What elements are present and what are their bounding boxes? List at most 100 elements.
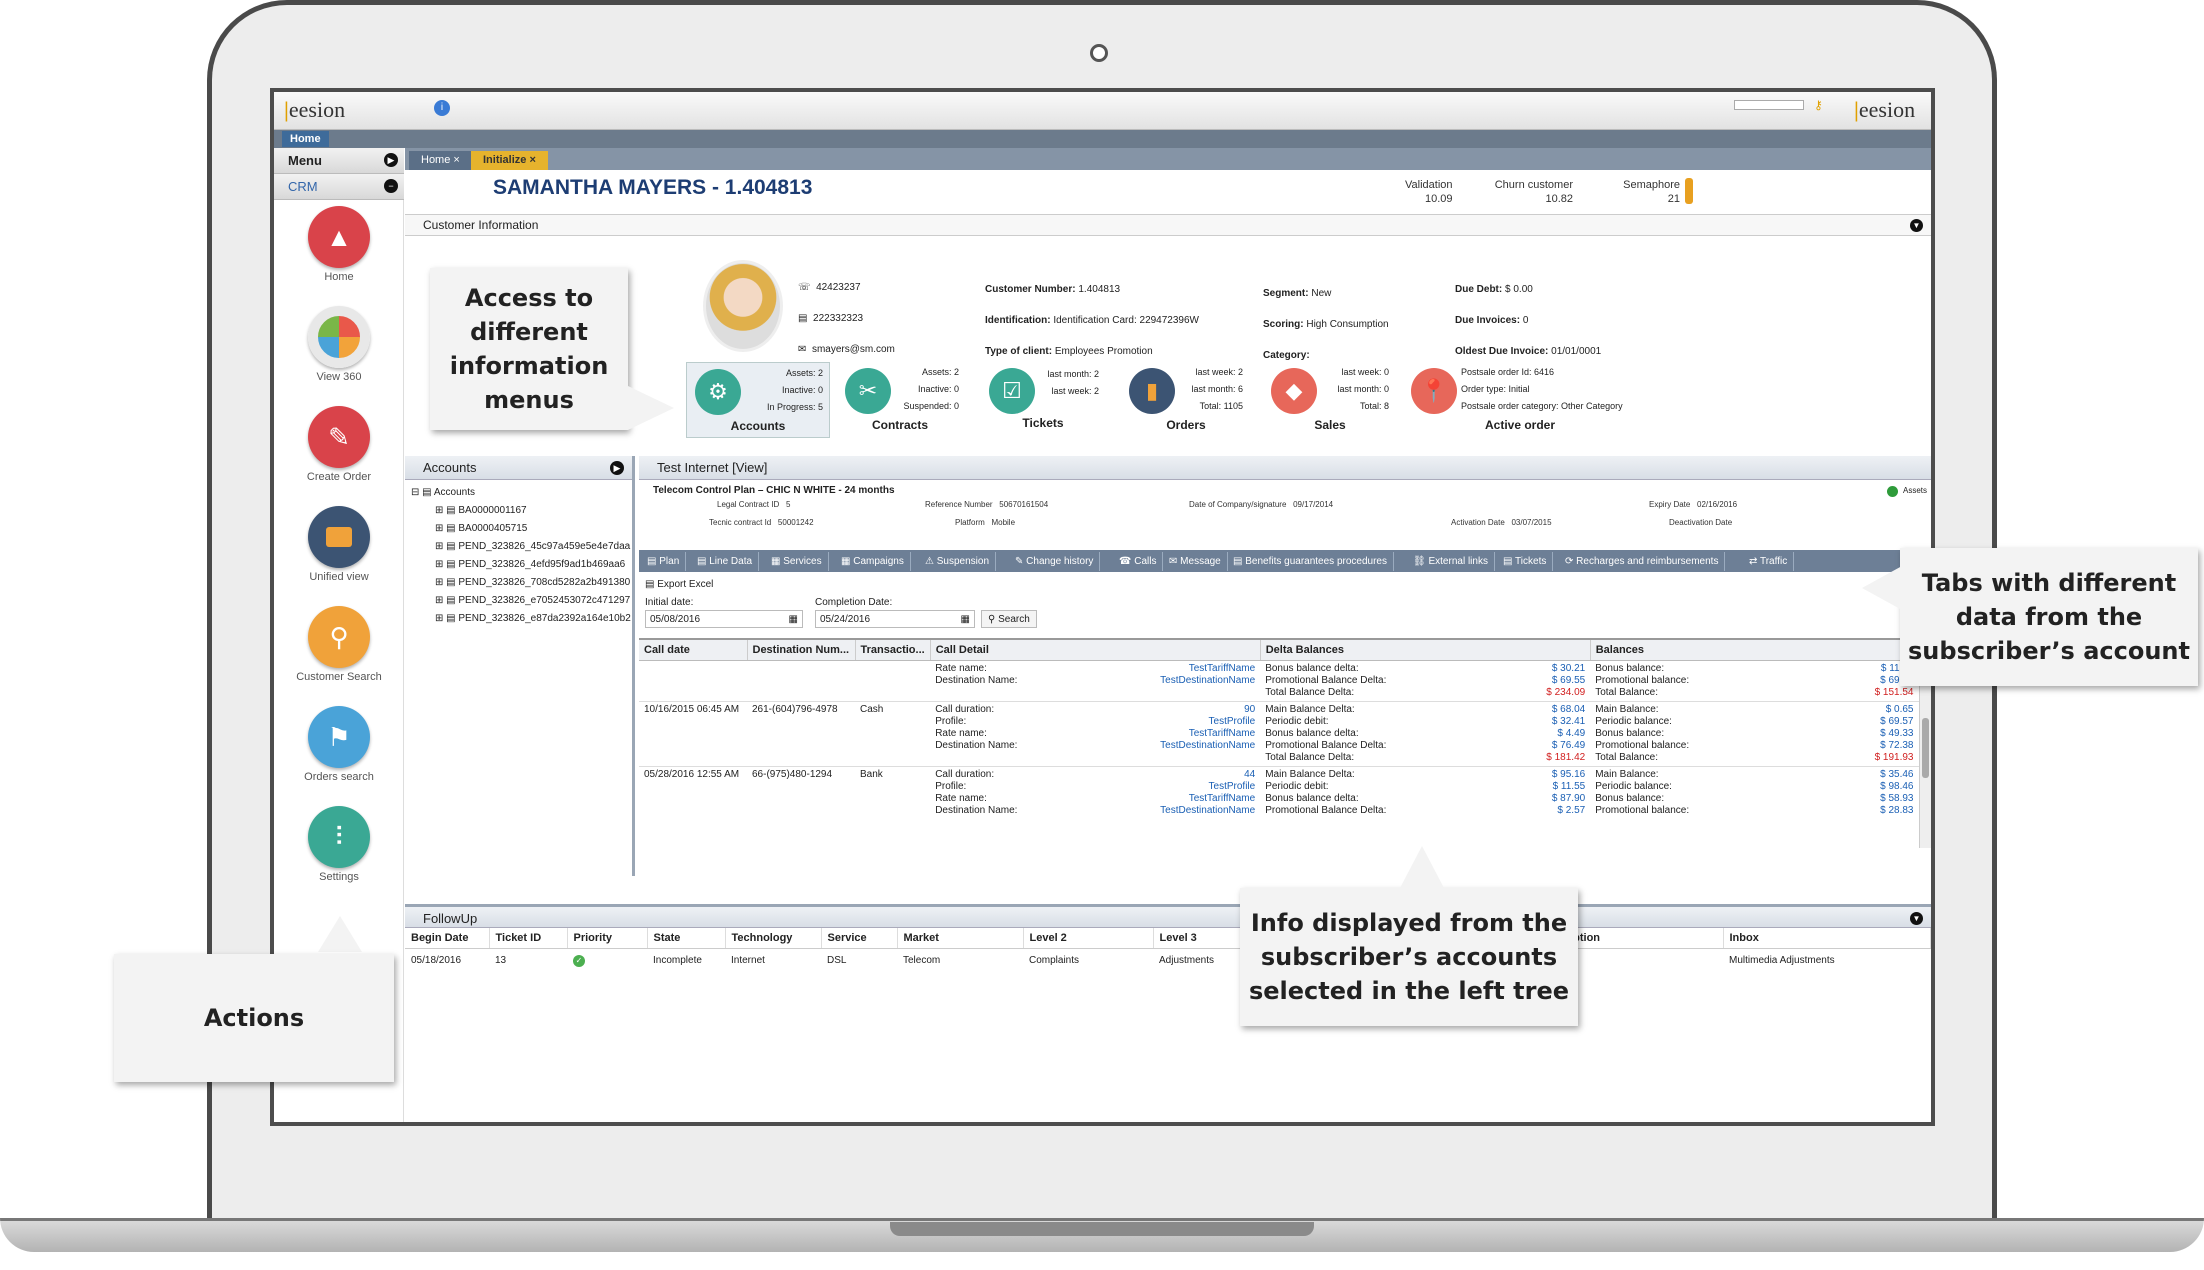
column-header[interactable]: Level 2 (1023, 928, 1154, 949)
tab-change-history[interactable]: ✎ Change history (1009, 552, 1101, 571)
kv-label: Promotional Balance Delta: (1265, 804, 1387, 816)
nav-settings[interactable]: ⫶ Settings (274, 806, 404, 901)
column-header[interactable]: State (647, 928, 726, 949)
module-stats: last month: 2 last week: 2 (1039, 366, 1099, 400)
nav-home[interactable]: ▲ Home (274, 206, 404, 301)
nav-orders-search[interactable]: ⚑ Orders search (274, 706, 404, 801)
kv-label: Total Balance: (1595, 751, 1659, 763)
nav-create-order[interactable]: ✎ Create Order (274, 406, 404, 501)
tree-root[interactable]: ⊟ ▤ Accounts (405, 484, 632, 502)
customer-info-header[interactable]: Customer Information ▼ (405, 214, 1931, 236)
crm-collapse-icon[interactable]: − (384, 179, 398, 193)
tree-item[interactable]: ⊞ ▤ PEND_323826_4efd95f9ad1b469aa6 (405, 556, 632, 574)
callout-menus-text: Access to different information menus (449, 284, 609, 414)
tab-benefits[interactable]: ▤ Benefits guarantees procedures (1227, 552, 1394, 571)
tree-item[interactable]: ⊞ ▤ PEND_323826_45c97a459e5e4e7daa (405, 538, 632, 556)
nav-home-label: Home (324, 271, 354, 283)
tab-line-data[interactable]: ▤ Line Data (691, 552, 760, 571)
column-header[interactable]: Delta Balances (1260, 640, 1591, 661)
table-row[interactable]: Rate name: TestTariffName Destination Name… (639, 660, 1919, 701)
tab-calls[interactable]: ☎ Calls (1113, 552, 1164, 571)
tab-home[interactable]: Home × (409, 151, 472, 170)
module-accounts[interactable]: ⚙ Assets: 2 Inactive: 0 In Progress: 5 Acc… (686, 362, 830, 438)
tab-suspension[interactable]: ⚠ Suspension (919, 552, 997, 571)
home-tab[interactable]: Home (282, 131, 329, 147)
tree-item[interactable]: ⊞ ▤ BA0000001167 (405, 502, 632, 520)
tree-item[interactable]: ⊞ ▤ BA0000405715 (405, 520, 632, 538)
column-header[interactable]: Transactio... (855, 640, 931, 661)
call-detail: Call duration: 44 Profile: TestProfile Rate … (930, 766, 1260, 819)
tab-external-links[interactable]: ⛓ External links (1407, 552, 1495, 571)
collapse-icon[interactable]: ▼ (1910, 912, 1923, 925)
menu-toggle-icon[interactable]: ▶ (384, 153, 398, 167)
kv-value: $ 95.16 (1551, 768, 1586, 780)
nav-unified-view[interactable]: Unified view (274, 506, 404, 601)
tab-plan[interactable]: ▤ Plan (641, 552, 687, 571)
column-header[interactable]: Begin Date (405, 928, 490, 949)
info-icon[interactable]: i (434, 100, 450, 116)
tab-campaigns[interactable]: ▦ Campaigns (835, 552, 911, 571)
column-header[interactable]: Call Detail (930, 640, 1261, 661)
collapse-icon[interactable]: ▼ (1910, 219, 1923, 232)
tab-initialize[interactable]: Initialize × (471, 151, 548, 170)
initial-date-input[interactable]: 05/08/2016 ▦ (645, 610, 803, 628)
column-header[interactable]: Balances (1590, 640, 1919, 661)
search-button[interactable]: ⚲ Search (981, 610, 1037, 628)
kv-value: TestTariffName (1188, 662, 1256, 674)
scrollbar-thumb[interactable] (1922, 718, 1929, 778)
status-dot-icon (1887, 486, 1898, 497)
header-search-input[interactable] (1734, 100, 1804, 110)
field-label: Due Invoices: (1455, 315, 1521, 326)
completion-date-input[interactable]: 05/24/2016 ▦ (815, 610, 975, 628)
tree-item-label: PEND_323826_e87da2392a164e10b2 (458, 613, 631, 624)
menu-header[interactable]: Menu ▶ (274, 148, 404, 174)
table-row[interactable]: 10/16/2015 06:45 AM 261-(604)796-4978 Ca… (639, 701, 1919, 766)
calendar-icon[interactable]: ▦ (961, 613, 970, 626)
module-active-order[interactable]: 📍 Postsale order Id: 6416 Order type: Ini… (1405, 362, 1655, 438)
column-header[interactable]: Ticket ID (489, 928, 568, 949)
table-row[interactable]: 05/18/2016 13 ✓ Incomplete Internet DSL … (405, 948, 1931, 973)
tree-item[interactable]: ⊞ ▤ PEND_323826_e87da2392a164e10b2 (405, 610, 632, 628)
followup-table: Begin Date Ticket ID Priority State Tech… (405, 928, 1931, 973)
tab-tickets[interactable]: ▤ Tickets (1497, 552, 1554, 571)
tab-label: Line Data (709, 556, 753, 567)
tab-traffic[interactable]: ⇄ Traffic (1743, 552, 1795, 571)
column-header[interactable]: Priority (567, 928, 648, 949)
column-header[interactable]: Market (897, 928, 1024, 949)
module-tickets[interactable]: ☑ last month: 2 last week: 2 Tickets (983, 362, 1103, 438)
column-header[interactable]: Call date (639, 640, 748, 661)
tree-item[interactable]: ⊞ ▤ PEND_323826_708cd5282a2b491380 (405, 574, 632, 592)
tree-item[interactable]: ⊞ ▤ PEND_323826_e7052453072c471297 (405, 592, 632, 610)
sliders-icon: ⫶ (308, 806, 370, 868)
completion-date-label: Completion Date: (815, 597, 893, 608)
kv-value: $ 98.46 (1880, 780, 1914, 792)
tab-label: Plan (659, 556, 680, 567)
kv-label: Main Balance Delta: (1265, 768, 1355, 780)
nav-view360[interactable]: View 360 (274, 306, 404, 401)
column-header[interactable]: Destination Num... (747, 640, 856, 661)
export-excel-button[interactable]: ▤ Export Excel (645, 578, 713, 591)
tab-recharges[interactable]: ⟳ Recharges and reimbursements (1559, 552, 1726, 571)
module-contracts[interactable]: ✂ Assets: 2 Inactive: 0 Suspended: 0 Contr… (835, 362, 965, 438)
kv-label: Bonus balance: (1595, 727, 1665, 739)
nav-customer-search[interactable]: ⚲ Customer Search (274, 606, 404, 701)
callout-info-text: Info displayed from the subscriber’s acc… (1248, 909, 1570, 1005)
kv-value: $ 11.55 (1552, 780, 1586, 792)
destination (747, 660, 855, 701)
tab-message[interactable]: ✉ Message (1163, 552, 1228, 571)
module-sales[interactable]: ◆ last week: 0 last month: 0 Total: 8 Sale… (1265, 362, 1395, 438)
table-row[interactable]: 05/28/2016 12:55 AM 66-(975)480-1294 Ban… (639, 766, 1919, 819)
column-header[interactable]: Technology (725, 928, 822, 949)
tab-initialize-label: Initialize (483, 154, 527, 166)
expand-icon[interactable]: ▶ (610, 461, 624, 475)
tab-services[interactable]: ▦ Services (765, 552, 829, 571)
column-header[interactable]: Inbox (1723, 928, 1931, 949)
key-icon[interactable]: ⚷ (1814, 98, 1823, 112)
calendar-icon[interactable]: ▦ (789, 613, 798, 626)
email-value[interactable]: smayers@sm.com (812, 344, 895, 355)
module-orders[interactable]: ▮ last week: 2 last month: 6 Total: 1105 O… (1123, 362, 1249, 438)
crm-header[interactable]: CRM − (274, 174, 404, 200)
grid-scrollbar[interactable] (1919, 658, 1931, 848)
column-header[interactable]: Service (821, 928, 898, 949)
callout-actions: Actions (114, 954, 394, 1082)
